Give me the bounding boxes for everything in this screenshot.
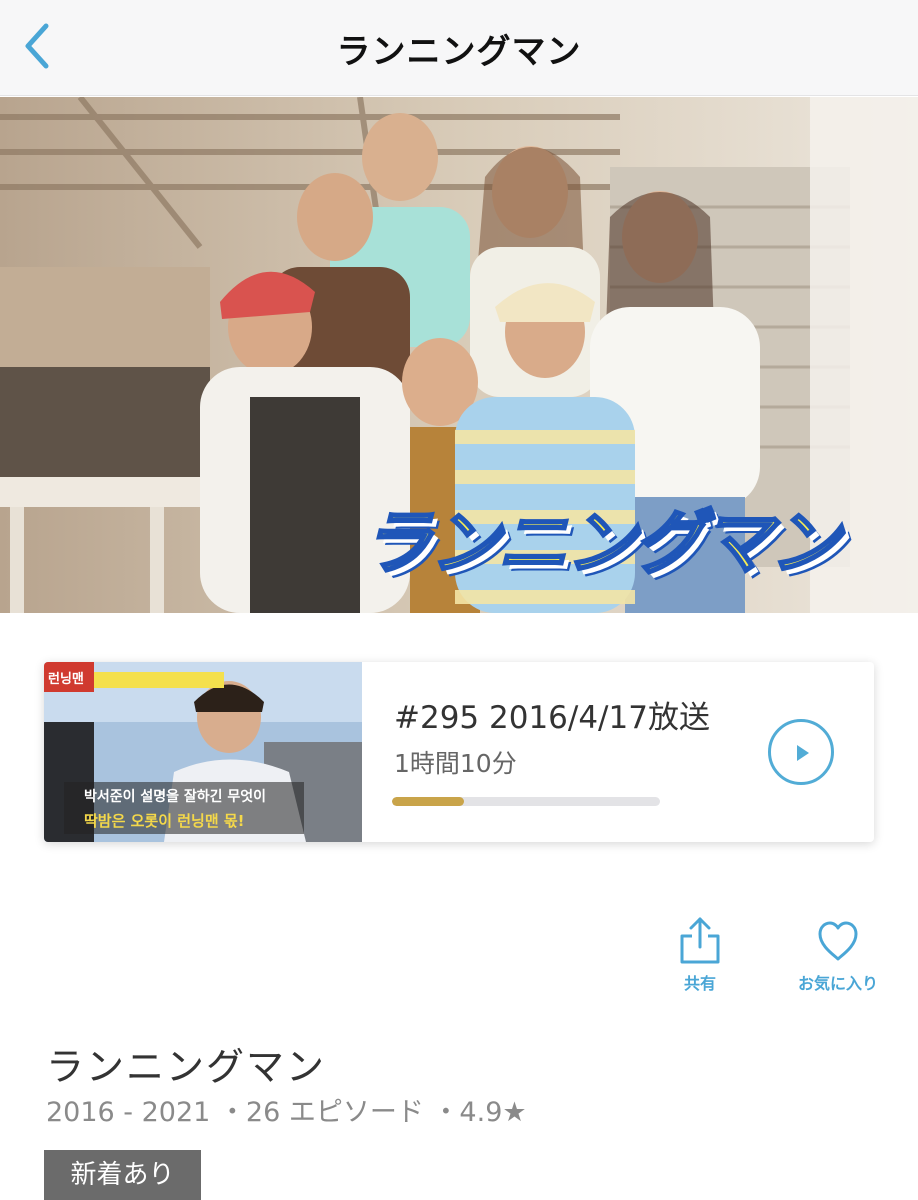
episode-duration: 1時間10分 <box>394 749 517 778</box>
play-icon <box>797 745 809 761</box>
thumbnail-caption-line2: 딱밤은 오롯이 런닝맨 몫! <box>84 812 245 830</box>
show-logo: ランニングマン <box>361 501 842 586</box>
page-title: ランニングマン <box>336 32 582 72</box>
show-title: ランニングマン <box>46 1045 327 1089</box>
hero-image: ランニングマン <box>0 97 918 613</box>
watch-progress-bar <box>392 797 660 806</box>
share-icon <box>680 917 720 964</box>
watch-progress-fill <box>392 797 465 806</box>
show-meta: 2016 - 2021 ・26 エピソード ・4.9★ <box>46 1097 527 1128</box>
episode-thumbnail: 런닝맨 박서준이 설명을 잘하긴 무엇이 딱밤은 오롯이 런닝맨 몫! <box>44 662 362 842</box>
play-button[interactable] <box>768 719 834 785</box>
episode-card[interactable]: 런닝맨 박서준이 설명을 잘하긴 무엇이 딱밤은 오롯이 런닝맨 몫! #295… <box>44 662 874 842</box>
nav-bar: ランニングマン <box>0 0 918 96</box>
favorite-label: お気に入り <box>797 974 878 993</box>
episode-title: #295 2016/4/17放送 <box>394 700 710 736</box>
heart-icon <box>818 921 858 961</box>
thumbnail-caption-line1: 박서준이 설명을 잘하긴 무엇이 <box>84 789 267 805</box>
favorite-button[interactable]: お気に入り <box>780 916 896 994</box>
thumbnail-tag: 런닝맨 <box>48 672 84 687</box>
share-label: 共有 <box>683 974 716 993</box>
new-episodes-badge: 新着あり <box>44 1150 201 1200</box>
share-button[interactable]: 共有 <box>660 916 740 994</box>
